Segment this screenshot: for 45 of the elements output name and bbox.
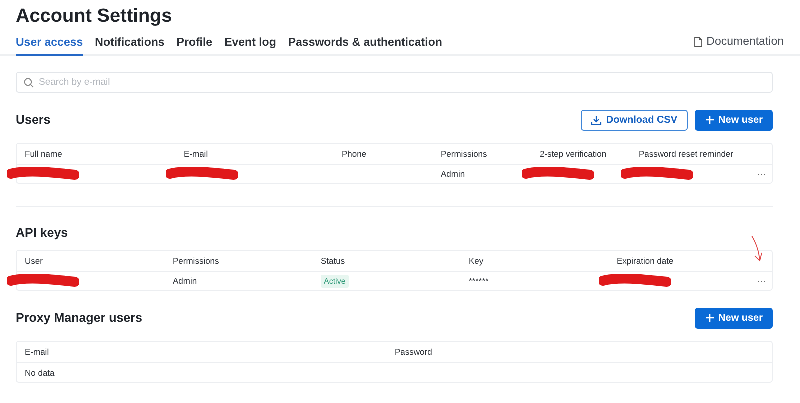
redaction-mark: [7, 167, 79, 181]
redaction-mark: [166, 167, 238, 181]
column-header: 2-step verification: [540, 149, 608, 159]
column-header: E-mail: [184, 149, 210, 159]
download-icon: [591, 114, 602, 126]
column-header: Permissions: [441, 149, 488, 159]
empty-message: No data: [25, 368, 56, 378]
more-options-button[interactable]: ···: [757, 169, 766, 179]
plus-icon: [704, 115, 715, 125]
column-header: Permissions: [173, 256, 220, 266]
column-header: Key: [469, 256, 485, 266]
download-csv-button[interactable]: Download CSV: [581, 110, 688, 130]
status-badge: Active: [321, 274, 349, 288]
page-title: Account Settings: [16, 6, 174, 28]
table-cell-text: ******: [469, 276, 490, 286]
new-user-button[interactable]: New user: [694, 308, 773, 328]
tab[interactable]: Event log: [224, 37, 276, 56]
document-icon: [694, 37, 703, 47]
column-header: Full name: [25, 149, 64, 159]
tab[interactable]: Notifications: [95, 37, 165, 56]
documentation-link[interactable]: Documentation: [694, 36, 784, 54]
tab[interactable]: Profile: [176, 37, 213, 56]
column-header: Password: [395, 347, 434, 357]
redaction-mark: [621, 167, 693, 181]
redaction-mark: [522, 167, 594, 181]
column-header: Password reset reminder: [639, 149, 734, 159]
new-user-button[interactable]: New user: [694, 110, 773, 130]
search-field[interactable]: Search by e-mail: [16, 72, 773, 93]
table-cell-text: Admin: [441, 169, 466, 179]
column-header: Expiration date: [617, 256, 675, 266]
column-header: Status: [321, 256, 346, 266]
column-header: E-mail: [25, 347, 50, 357]
more-options-button[interactable]: ···: [757, 276, 766, 286]
column-header: Phone: [342, 149, 368, 159]
plus-icon: [704, 313, 715, 323]
section-title: Proxy Manager users: [16, 311, 142, 325]
tab[interactable]: User access: [16, 37, 84, 56]
search-icon: [24, 78, 34, 88]
table-cell-text: Admin: [173, 276, 198, 286]
section-title: API keys: [16, 226, 68, 240]
tab[interactable]: Passwords & authentication: [288, 37, 442, 56]
redaction-mark: [599, 274, 671, 288]
column-header: User: [25, 256, 44, 266]
redaction-mark: [7, 274, 79, 288]
section-title: Users: [16, 113, 51, 127]
